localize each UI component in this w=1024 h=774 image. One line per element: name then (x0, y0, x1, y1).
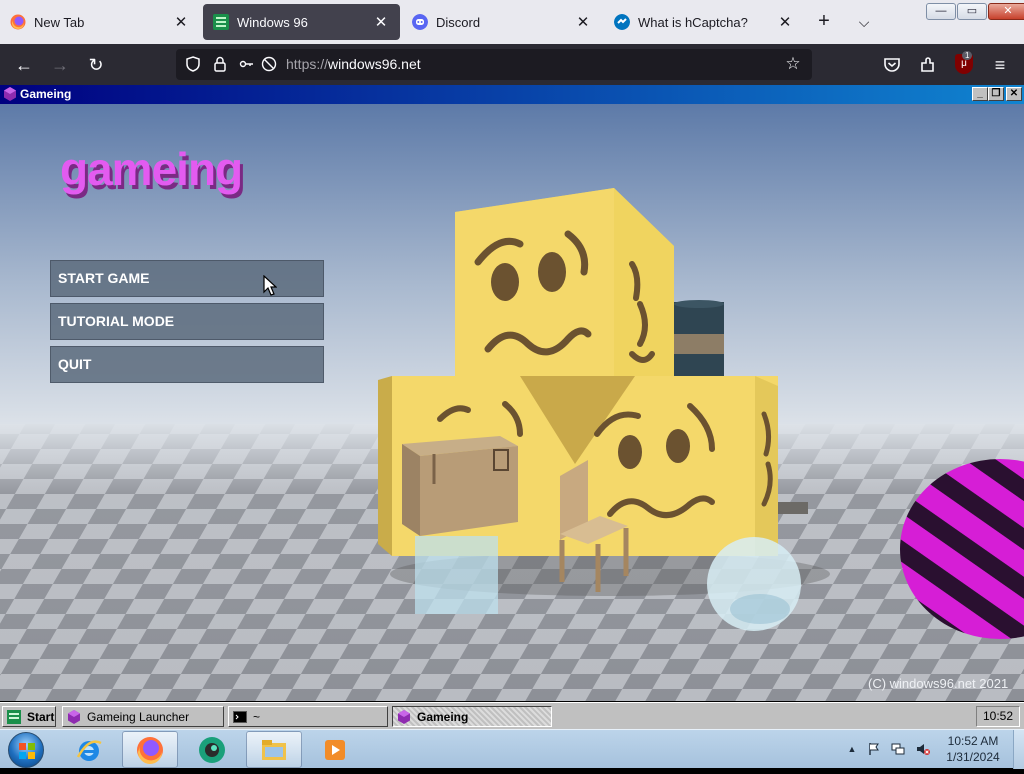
taskbar-item-gameing[interactable]: Gameing (392, 706, 552, 727)
url-bar[interactable]: https://windows96.net ☆ (176, 49, 812, 80)
pipe (778, 502, 808, 514)
window-minimize-button[interactable]: — (926, 3, 956, 20)
browser-tab-strip: New Tab ✕ Windows 96 ✕ Discord ✕ What is… (0, 0, 1024, 44)
cardboard-box (402, 436, 518, 536)
mouse-cursor-icon (263, 275, 277, 296)
pinned-media-player[interactable] (307, 731, 363, 768)
app-menu-button[interactable]: ≡ (987, 52, 1013, 78)
top-face-cube (455, 188, 674, 404)
cortana-icon (199, 736, 225, 763)
windows96-taskbar: Start Gameing Launcher ~ Gameing 10:52 (0, 702, 1024, 729)
list-all-tabs-button[interactable]: ⌵ (852, 10, 876, 34)
tab-close-icon[interactable]: ✕ (172, 13, 190, 31)
pinned-cortana[interactable] (184, 731, 240, 768)
url-scheme: https:// (286, 56, 329, 72)
lock-icon[interactable] (211, 55, 229, 73)
taskbar-item-label: ~ (253, 709, 261, 724)
barrel (674, 300, 724, 376)
restore-button[interactable]: ❐ (988, 87, 1004, 101)
new-tab-button[interactable]: + (812, 10, 836, 34)
firefox-icon (10, 14, 26, 30)
window-title: Gameing (20, 87, 72, 101)
windows-logo-icon (19, 743, 35, 759)
tab-label: Windows 96 (237, 14, 308, 30)
tab-label: What is hCaptcha? (638, 14, 748, 30)
tab-label: New Tab (34, 14, 85, 30)
gameing-app-icon (398, 709, 410, 724)
start-button[interactable]: Start (2, 706, 56, 727)
action-center-flag-icon[interactable] (867, 742, 881, 756)
windows96-icon (213, 14, 229, 30)
close-button[interactable]: ✕ (1006, 87, 1022, 101)
gameing-window: Gameing _ ❐ ✕ gameing START GAME TUTORIA… (0, 85, 1024, 705)
reload-button[interactable]: ↻ (83, 52, 109, 78)
tab-hcaptcha[interactable]: What is hCaptcha? ✕ (604, 4, 804, 40)
gameing-app-icon (68, 709, 80, 724)
taskbar-item-label: Gameing (417, 709, 469, 724)
autoplay-blocked-icon[interactable] (260, 55, 278, 73)
minimize-button[interactable]: _ (972, 87, 988, 101)
tab-close-icon[interactable]: ✕ (776, 13, 794, 31)
bookmark-star-icon[interactable]: ☆ (784, 55, 802, 73)
window-close-button[interactable]: ✕ (988, 3, 1024, 20)
tab-label: Discord (436, 14, 481, 30)
start-game-button[interactable]: START GAME (50, 260, 324, 297)
forward-button[interactable]: → (47, 52, 73, 78)
firefox-icon (137, 736, 163, 764)
taskbar-item-label: Gameing Launcher (87, 709, 190, 724)
copyright-text: (C) windows96.net 2021 (868, 676, 1009, 691)
game-viewport[interactable]: gameing START GAME TUTORIAL MODE QUIT (C… (0, 104, 1024, 701)
glass-cube (415, 536, 498, 614)
pinned-firefox[interactable] (122, 731, 178, 768)
url-text[interactable]: https://windows96.net (286, 56, 421, 72)
extensions-icon[interactable] (918, 55, 938, 75)
terminal-icon (233, 710, 247, 723)
host-taskbar: ▲ 10:52 AM 1/31/2024 (0, 729, 1024, 769)
host-clock-time[interactable]: 10:52 AM (938, 734, 1008, 748)
start-label: Start (27, 709, 55, 724)
windows-start-orb[interactable] (8, 732, 44, 768)
permissions-icon[interactable] (238, 55, 256, 73)
tutorial-mode-button[interactable]: TUTORIAL MODE (50, 303, 324, 340)
taskbar-clock[interactable]: 10:52 (976, 706, 1020, 727)
pocket-icon[interactable] (882, 55, 902, 75)
tab-close-icon[interactable]: ✕ (574, 13, 592, 31)
gameing-app-icon (4, 87, 16, 101)
quit-button[interactable]: QUIT (50, 346, 324, 383)
tab-windows-96[interactable]: Windows 96 ✕ (203, 4, 400, 40)
tracking-shield-icon[interactable] (184, 55, 202, 73)
network-icon[interactable] (891, 742, 905, 756)
volume-muted-icon[interactable] (916, 742, 930, 756)
internet-explorer-icon (76, 739, 102, 761)
discord-icon (412, 14, 428, 30)
file-explorer-icon (262, 739, 286, 760)
game-title: gameing (60, 143, 243, 195)
taskbar-item-terminal[interactable]: ~ (228, 706, 388, 727)
pinned-internet-explorer[interactable] (61, 731, 117, 768)
window-title-bar[interactable]: Gameing _ ❐ ✕ (0, 85, 1024, 104)
window-maximize-button[interactable]: ▭ (957, 3, 987, 20)
tab-close-icon[interactable]: ✕ (372, 13, 390, 31)
tab-discord[interactable]: Discord ✕ (402, 4, 602, 40)
show-desktop-button[interactable] (1013, 730, 1024, 769)
tab-new-tab[interactable]: New Tab ✕ (0, 4, 200, 40)
media-player-icon (325, 739, 345, 760)
back-button[interactable]: ← (11, 52, 37, 78)
tray-overflow-icon[interactable]: ▲ (845, 742, 859, 756)
host-clock-date[interactable]: 1/31/2024 (938, 750, 1008, 764)
pinned-file-explorer[interactable] (246, 731, 302, 768)
taskbar-item-gameing-launcher[interactable]: Gameing Launcher (62, 706, 224, 727)
browser-nav-bar: ← → ↻ https://windows96.net ☆ μ 1 ≡ (0, 44, 1024, 85)
windows96-logo-icon (7, 709, 21, 724)
url-host: windows96.net (328, 56, 421, 72)
hcaptcha-icon (614, 14, 630, 30)
